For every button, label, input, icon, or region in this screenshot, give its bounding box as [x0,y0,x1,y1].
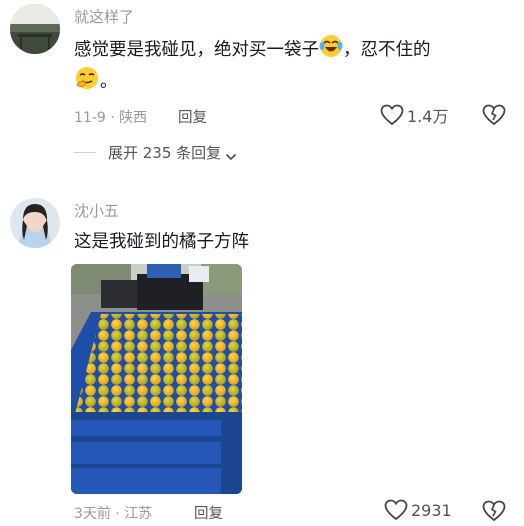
comment2-date-location: 3天前 · 江苏 [74,506,153,522]
avatar-image [10,198,60,248]
comment2-dislike-button[interactable] [482,500,506,522]
broken-heart-icon [482,104,506,130]
comment1-dislike-button[interactable] [482,104,506,126]
comment1-text: 感觉要是我碰见，绝对买一袋子 ，忍不住的 [74,34,431,66]
comment2-image[interactable] [71,264,242,494]
expand-replies-button[interactable]: 展开 235 条回复 [108,142,237,163]
comment1-text-part2: ，忍不住的 [343,40,431,60]
comment2-like-button[interactable]: 2931 [384,499,452,521]
drooling-emoji-icon [74,65,100,99]
expand-divider [74,152,96,153]
chevron-down-icon [225,148,237,160]
username-comment1[interactable]: 就这样了 [74,6,134,27]
laughing-crying-emoji-icon [319,34,343,66]
heart-outline-icon [380,104,404,126]
avatar-image [10,4,60,54]
avatar-comment2[interactable] [10,198,60,248]
heart-outline-icon [384,499,408,521]
broken-heart-icon [482,500,506,526]
oranges-photo [71,264,242,494]
comment2-like-count: 2931 [411,500,452,520]
comment1-like-button[interactable]: 1.4万 [380,103,448,127]
avatar-comment1[interactable] [10,4,60,54]
comment2-reply-button[interactable]: 回复 [194,502,223,523]
comment1-like-count: 1.4万 [407,107,449,126]
username-comment2[interactable]: 沈小五 [74,200,119,221]
expand-replies-label: 展开 235 条回复 [108,144,222,162]
comment1-reply-button[interactable]: 回复 [178,106,207,127]
comment1-text-part3: 。 [100,72,118,92]
comment1-text-part1: 感觉要是我碰见，绝对买一袋子 [74,40,319,60]
comment2-text: 这是我碰到的橘子方阵 [74,232,249,252]
comment1-text-line2: 。 [74,65,118,99]
comment1-date-location: 11-9 · 陕西 [74,110,148,126]
